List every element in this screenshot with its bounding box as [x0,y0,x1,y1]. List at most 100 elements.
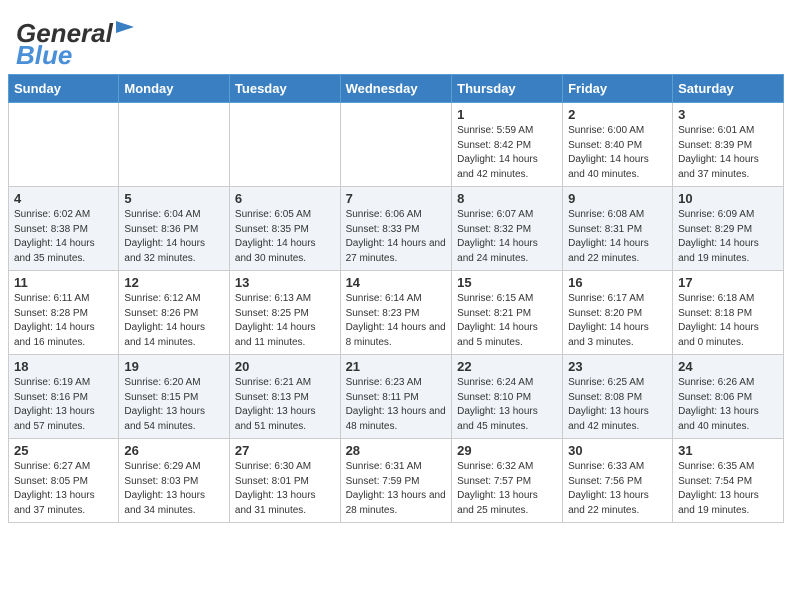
day-number: 28 [346,443,447,458]
day-content: Sunrise: 6:11 AM Sunset: 8:28 PM Dayligh… [14,292,113,350]
day-number: 14 [346,275,447,290]
calendar-header-wednesday: Wednesday [340,75,452,103]
calendar-cell: 23 Sunrise: 6:25 AM Sunset: 8:08 PM Dayli… [563,355,673,439]
calendar-week-row: 25Sunrise: 6:27 AM Sunset: 8:05 PM Dayli… [9,439,784,523]
day-number: 27 [235,443,335,458]
day-content: Sunrise: 6:14 AM Sunset: 8:23 PM Dayligh… [346,292,447,350]
day-number: 7 [346,191,447,206]
day-number: 24 [678,359,778,374]
day-number: 3 [678,107,778,122]
calendar-cell: 4 Sunrise: 6:02 AM Sunset: 8:38 PM Daylig… [9,187,119,271]
day-content: Sunrise: 6:21 AM Sunset: 8:13 PM Dayligh… [235,376,335,434]
day-number: 6 [235,191,335,206]
calendar-header-friday: Friday [563,75,673,103]
day-content: Sunrise: 6:24 AM Sunset: 8:10 PM Dayligh… [457,376,557,434]
day-number: 29 [457,443,557,458]
day-content: Sunrise: 6:13 AM Sunset: 8:25 PM Dayligh… [235,292,335,350]
day-content: Sunrise: 6:23 AM Sunset: 8:11 PM Dayligh… [346,376,447,434]
day-number: 11 [14,275,113,290]
calendar-cell: 20 Sunrise: 6:21 AM Sunset: 8:13 PM Dayli… [229,355,340,439]
calendar-cell: 1Sunrise: 5:59 AM Sunset: 8:42 PM Daylig… [452,103,563,187]
day-number: 17 [678,275,778,290]
day-number: 13 [235,275,335,290]
day-number: 1 [457,107,557,122]
calendar-cell: 13 Sunrise: 6:13 AM Sunset: 8:25 PM Dayli… [229,271,340,355]
calendar-week-row: 4 Sunrise: 6:02 AM Sunset: 8:38 PM Daylig… [9,187,784,271]
day-content: Sunrise: 6:04 AM Sunset: 8:36 PM Dayligh… [124,208,224,266]
day-number: 31 [678,443,778,458]
calendar-cell: 24Sunrise: 6:26 AM Sunset: 8:06 PM Dayli… [673,355,784,439]
day-content: Sunrise: 6:15 AM Sunset: 8:21 PM Dayligh… [457,292,557,350]
calendar-cell [119,103,230,187]
calendar-header-monday: Monday [119,75,230,103]
calendar-cell: 15 Sunrise: 6:15 AM Sunset: 8:21 PM Dayli… [452,271,563,355]
calendar-header-saturday: Saturday [673,75,784,103]
day-content: Sunrise: 6:27 AM Sunset: 8:05 PM Dayligh… [14,460,113,518]
calendar-cell: 7 Sunrise: 6:06 AM Sunset: 8:33 PM Daylig… [340,187,452,271]
calendar-cell: 19Sunrise: 6:20 AM Sunset: 8:15 PM Dayli… [119,355,230,439]
logo: General Blue [16,20,134,68]
logo-flag-icon [116,21,134,37]
calendar-cell: 17 Sunrise: 6:18 AM Sunset: 8:18 PM Dayli… [673,271,784,355]
day-number: 10 [678,191,778,206]
calendar-cell: 11 Sunrise: 6:11 AM Sunset: 8:28 PM Dayli… [9,271,119,355]
calendar-cell: 28 Sunrise: 6:31 AM Sunset: 7:59 PM Dayli… [340,439,452,523]
day-content: Sunrise: 6:30 AM Sunset: 8:01 PM Dayligh… [235,460,335,518]
calendar-header-tuesday: Tuesday [229,75,340,103]
day-number: 21 [346,359,447,374]
day-number: 5 [124,191,224,206]
calendar-cell: 16 Sunrise: 6:17 AM Sunset: 8:20 PM Dayli… [563,271,673,355]
calendar-week-row: 1Sunrise: 5:59 AM Sunset: 8:42 PM Daylig… [9,103,784,187]
day-content: Sunrise: 6:35 AM Sunset: 7:54 PM Dayligh… [678,460,778,518]
day-number: 20 [235,359,335,374]
day-content: Sunrise: 6:33 AM Sunset: 7:56 PM Dayligh… [568,460,667,518]
day-content: Sunrise: 6:29 AM Sunset: 8:03 PM Dayligh… [124,460,224,518]
calendar-cell: 10 Sunrise: 6:09 AM Sunset: 8:29 PM Dayli… [673,187,784,271]
calendar-week-row: 11 Sunrise: 6:11 AM Sunset: 8:28 PM Dayli… [9,271,784,355]
calendar-cell: 6 Sunrise: 6:05 AM Sunset: 8:35 PM Daylig… [229,187,340,271]
calendar-cell: 18 Sunrise: 6:19 AM Sunset: 8:16 PM Dayli… [9,355,119,439]
day-number: 12 [124,275,224,290]
day-content: Sunrise: 6:00 AM Sunset: 8:40 PM Dayligh… [568,124,667,182]
day-number: 18 [14,359,113,374]
day-number: 30 [568,443,667,458]
day-content: Sunrise: 6:25 AM Sunset: 8:08 PM Dayligh… [568,376,667,434]
day-number: 26 [124,443,224,458]
calendar-cell: 27 Sunrise: 6:30 AM Sunset: 8:01 PM Dayli… [229,439,340,523]
calendar-cell: 21 Sunrise: 6:23 AM Sunset: 8:11 PM Dayli… [340,355,452,439]
day-content: Sunrise: 6:32 AM Sunset: 7:57 PM Dayligh… [457,460,557,518]
day-content: Sunrise: 6:19 AM Sunset: 8:16 PM Dayligh… [14,376,113,434]
day-content: Sunrise: 6:05 AM Sunset: 8:35 PM Dayligh… [235,208,335,266]
calendar-cell: 25Sunrise: 6:27 AM Sunset: 8:05 PM Dayli… [9,439,119,523]
calendar-cell: 31 Sunrise: 6:35 AM Sunset: 7:54 PM Dayli… [673,439,784,523]
calendar-week-row: 18 Sunrise: 6:19 AM Sunset: 8:16 PM Dayli… [9,355,784,439]
calendar-cell: 14 Sunrise: 6:14 AM Sunset: 8:23 PM Dayli… [340,271,452,355]
calendar-cell: 22 Sunrise: 6:24 AM Sunset: 8:10 PM Dayli… [452,355,563,439]
day-number: 23 [568,359,667,374]
day-number: 22 [457,359,557,374]
day-content: Sunrise: 6:31 AM Sunset: 7:59 PM Dayligh… [346,460,447,518]
day-number: 2 [568,107,667,122]
calendar-cell [9,103,119,187]
day-number: 15 [457,275,557,290]
day-content: Sunrise: 6:17 AM Sunset: 8:20 PM Dayligh… [568,292,667,350]
day-content: Sunrise: 6:18 AM Sunset: 8:18 PM Dayligh… [678,292,778,350]
day-content: Sunrise: 6:02 AM Sunset: 8:38 PM Dayligh… [14,208,113,266]
calendar-cell: 9 Sunrise: 6:08 AM Sunset: 8:31 PM Daylig… [563,187,673,271]
calendar-header-sunday: Sunday [9,75,119,103]
calendar-header-row: SundayMondayTuesdayWednesdayThursdayFrid… [9,75,784,103]
calendar-cell: 3 Sunrise: 6:01 AM Sunset: 8:39 PM Daylig… [673,103,784,187]
day-content: Sunrise: 6:07 AM Sunset: 8:32 PM Dayligh… [457,208,557,266]
calendar-cell: 8Sunrise: 6:07 AM Sunset: 8:32 PM Daylig… [452,187,563,271]
day-number: 9 [568,191,667,206]
day-number: 4 [14,191,113,206]
day-number: 16 [568,275,667,290]
day-content: Sunrise: 6:08 AM Sunset: 8:31 PM Dayligh… [568,208,667,266]
day-content: Sunrise: 6:20 AM Sunset: 8:15 PM Dayligh… [124,376,224,434]
day-content: Sunrise: 6:12 AM Sunset: 8:26 PM Dayligh… [124,292,224,350]
day-content: Sunrise: 6:09 AM Sunset: 8:29 PM Dayligh… [678,208,778,266]
calendar-header-thursday: Thursday [452,75,563,103]
calendar-cell [229,103,340,187]
day-content: Sunrise: 6:06 AM Sunset: 8:33 PM Dayligh… [346,208,447,266]
day-content: Sunrise: 6:01 AM Sunset: 8:39 PM Dayligh… [678,124,778,182]
